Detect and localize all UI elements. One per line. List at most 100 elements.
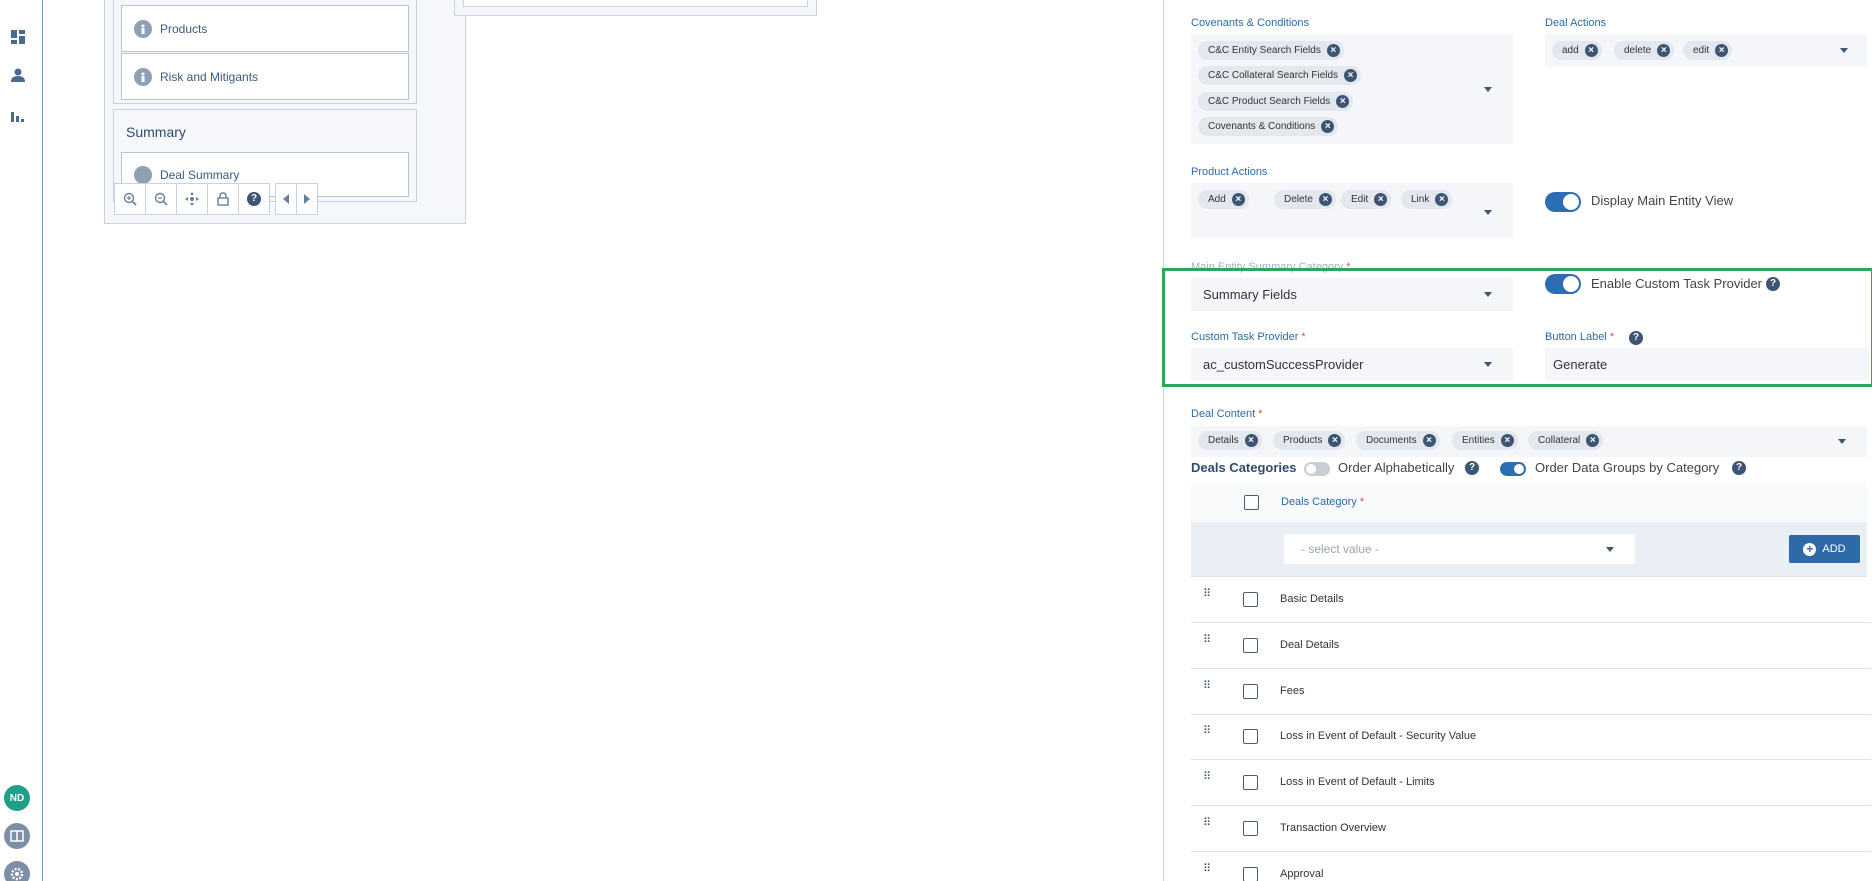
lock-icon[interactable]: [207, 183, 239, 215]
covenants-chip: Covenants & Conditions ×: [1198, 117, 1339, 136]
row-checkbox[interactable]: [1243, 684, 1258, 699]
remove-chip-icon[interactable]: ×: [1321, 120, 1335, 133]
category-select[interactable]: - select value -: [1284, 534, 1635, 564]
book-icon[interactable]: [4, 823, 30, 849]
chevron-down-icon[interactable]: [1484, 210, 1492, 215]
remove-chip-icon[interactable]: ×: [1500, 434, 1514, 447]
deal-action-chip: add ×: [1552, 41, 1602, 60]
drag-handle-icon[interactable]: ⠿: [1203, 681, 1213, 700]
help-icon[interactable]: ?: [238, 183, 270, 215]
table-row[interactable]: ⠿ Basic Details: [1191, 577, 1871, 623]
node-label: Risk and Mitigants: [160, 69, 259, 84]
workflow-node-risk-and-mitigants[interactable]: Risk and Mitigants: [121, 53, 409, 100]
table-row[interactable]: ⠿ Deal Details: [1191, 623, 1871, 669]
node-group: Products Risk and Mitigants: [113, 0, 417, 104]
table-row[interactable]: ⠿ Loss in Event of Default - Security Va…: [1191, 714, 1871, 760]
row-label: Basic Details: [1280, 593, 1344, 605]
drag-handle-icon[interactable]: ⠿: [1203, 635, 1213, 654]
chevron-down-icon[interactable]: [1606, 547, 1614, 552]
drag-handle-icon[interactable]: ⠿: [1203, 726, 1213, 745]
product-actions-label: Product Actions: [1191, 166, 1268, 178]
node-label: Products: [160, 21, 208, 36]
deal-content-chip: Details ×: [1198, 431, 1262, 450]
chevron-down-icon[interactable]: [1840, 48, 1848, 53]
table-row[interactable]: ⠿ Transaction Overview: [1191, 806, 1871, 852]
remove-chip-icon[interactable]: ×: [1586, 434, 1600, 447]
deals-categories-title: Deals Categories: [1191, 460, 1297, 475]
workflow-node-products[interactable]: Products: [121, 5, 409, 52]
display-main-entity-view-toggle[interactable]: [1545, 192, 1581, 212]
deal-content-label: Deal Content *: [1191, 408, 1263, 420]
covenants-chip: C&C Collateral Search Fields ×: [1198, 66, 1362, 85]
drag-handle-icon[interactable]: ⠿: [1203, 864, 1213, 881]
remove-chip-icon[interactable]: ×: [1584, 44, 1598, 57]
order-alphabetically-toggle[interactable]: [1304, 462, 1330, 476]
dashboard-icon[interactable]: [9, 28, 27, 46]
product-action-chip: Delete ×: [1274, 190, 1336, 209]
drag-handle-icon[interactable]: ⠿: [1203, 818, 1213, 837]
covenants-label: Covenants & Conditions: [1191, 17, 1310, 29]
app-root: ND Products Risk and Mitigants Summary D…: [0, 0, 1872, 881]
zoom-out-icon[interactable]: [145, 183, 177, 215]
deal-content-chip: Products ×: [1273, 431, 1346, 450]
remove-chip-icon[interactable]: ×: [1657, 44, 1671, 57]
chevron-down-icon[interactable]: [1838, 439, 1846, 444]
remove-chip-icon[interactable]: ×: [1344, 69, 1358, 82]
row-label: Loss in Event of Default - Limits: [1280, 776, 1435, 788]
left-rail: ND: [0, 0, 43, 881]
zoom-in-icon[interactable]: [114, 183, 146, 215]
row-checkbox[interactable]: [1243, 729, 1258, 744]
highlight-box: [1162, 268, 1872, 387]
row-checkbox[interactable]: [1243, 775, 1258, 790]
previous-arrow-icon[interactable]: [275, 183, 297, 215]
deal-content-chip: Collateral ×: [1528, 431, 1604, 450]
drag-handle-icon[interactable]: ⠿: [1203, 772, 1213, 791]
product-action-chip: Edit ×: [1341, 190, 1392, 209]
settings-gear-icon[interactable]: [4, 861, 30, 881]
select-all-checkbox[interactable]: [1244, 495, 1259, 510]
remove-chip-icon[interactable]: ×: [1328, 434, 1342, 447]
chevron-down-icon[interactable]: [1484, 87, 1492, 92]
row-checkbox[interactable]: [1243, 638, 1258, 653]
node-label: Deal Summary: [160, 167, 240, 182]
remove-chip-icon[interactable]: ×: [1244, 434, 1258, 447]
row-checkbox[interactable]: [1243, 592, 1258, 607]
drag-handle-icon[interactable]: ⠿: [1203, 589, 1213, 608]
remove-chip-icon[interactable]: ×: [1336, 95, 1350, 108]
covenants-chip: C&C Entity Search Fields ×: [1198, 41, 1344, 60]
deal-actions-label: Deal Actions: [1545, 17, 1607, 29]
workflow-canvas[interactable]: Products Risk and Mitigants Summary Deal…: [44, 0, 1163, 881]
avatar[interactable]: ND: [4, 785, 30, 811]
node-info-icon: [134, 67, 152, 86]
order-data-groups-label: Order Data Groups by Category: [1535, 460, 1720, 475]
deal-content-chip: Documents ×: [1356, 431, 1440, 450]
summary-group-title: Summary: [126, 124, 186, 140]
remove-chip-icon[interactable]: ×: [1231, 193, 1245, 206]
deal-action-chip: delete ×: [1614, 41, 1675, 60]
table-row[interactable]: ⠿ Loss in Event of Default - Limits: [1191, 760, 1871, 806]
remove-chip-icon[interactable]: ×: [1374, 193, 1388, 206]
row-checkbox[interactable]: [1243, 821, 1258, 836]
next-arrow-icon[interactable]: [296, 183, 318, 215]
remove-chip-icon[interactable]: ×: [1435, 193, 1449, 206]
node-info-icon: [134, 165, 152, 184]
remove-chip-icon[interactable]: ×: [1715, 44, 1729, 57]
order-data-groups-toggle[interactable]: [1500, 462, 1526, 476]
bar-chart-icon[interactable]: [9, 106, 27, 124]
table-row[interactable]: ⠿ Approval: [1191, 852, 1871, 881]
help-icon[interactable]: ?: [1732, 461, 1746, 475]
table-row[interactable]: ⠿ Fees: [1191, 669, 1871, 715]
display-main-entity-view-label: Display Main Entity View: [1591, 193, 1734, 208]
select-placeholder: - select value -: [1301, 542, 1380, 556]
fit-view-icon[interactable]: [176, 183, 208, 215]
user-icon[interactable]: [9, 66, 27, 84]
remove-chip-icon[interactable]: ×: [1422, 434, 1436, 447]
remove-chip-icon[interactable]: ×: [1318, 193, 1332, 206]
node-info-icon: [134, 19, 152, 38]
help-icon[interactable]: ?: [1465, 461, 1479, 475]
row-checkbox[interactable]: [1243, 867, 1258, 881]
deal-action-chip: edit ×: [1683, 41, 1733, 60]
product-action-chip: Add ×: [1198, 190, 1249, 209]
add-category-button[interactable]: + ADD: [1789, 535, 1860, 563]
remove-chip-icon[interactable]: ×: [1326, 44, 1340, 57]
